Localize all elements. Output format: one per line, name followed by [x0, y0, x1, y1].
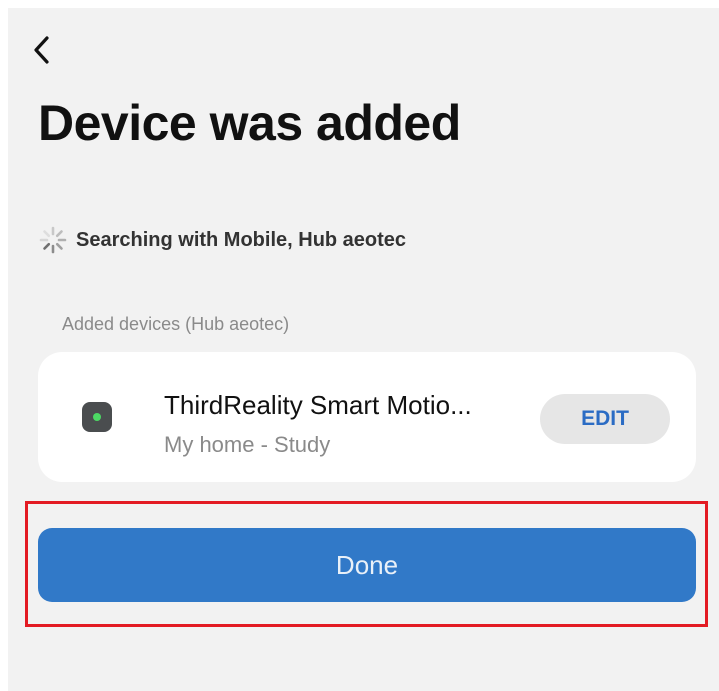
- search-status-text: Searching with Mobile, Hub aeotec: [76, 228, 407, 251]
- done-button[interactable]: Done: [38, 528, 696, 602]
- back-button[interactable]: [26, 30, 58, 70]
- edit-button[interactable]: EDIT: [540, 394, 670, 444]
- search-status: Searching with Mobile, Hub aeotec: [38, 222, 406, 258]
- screen: Device was added Searching with Mobile, …: [8, 8, 719, 691]
- device-card[interactable]: ThirdReality Smart Motio... My home - St…: [38, 352, 696, 482]
- device-sensor-icon: [82, 402, 112, 432]
- loading-spinner-icon: [39, 226, 67, 254]
- page-title: Device was added: [38, 95, 461, 151]
- device-location: My home - Study: [164, 432, 331, 457]
- chevron-left-icon: [34, 36, 49, 64]
- device-name: ThirdReality Smart Motio...: [164, 390, 472, 420]
- status-dot: [93, 413, 101, 421]
- added-devices-label: Added devices (Hub aeotec): [62, 314, 290, 334]
